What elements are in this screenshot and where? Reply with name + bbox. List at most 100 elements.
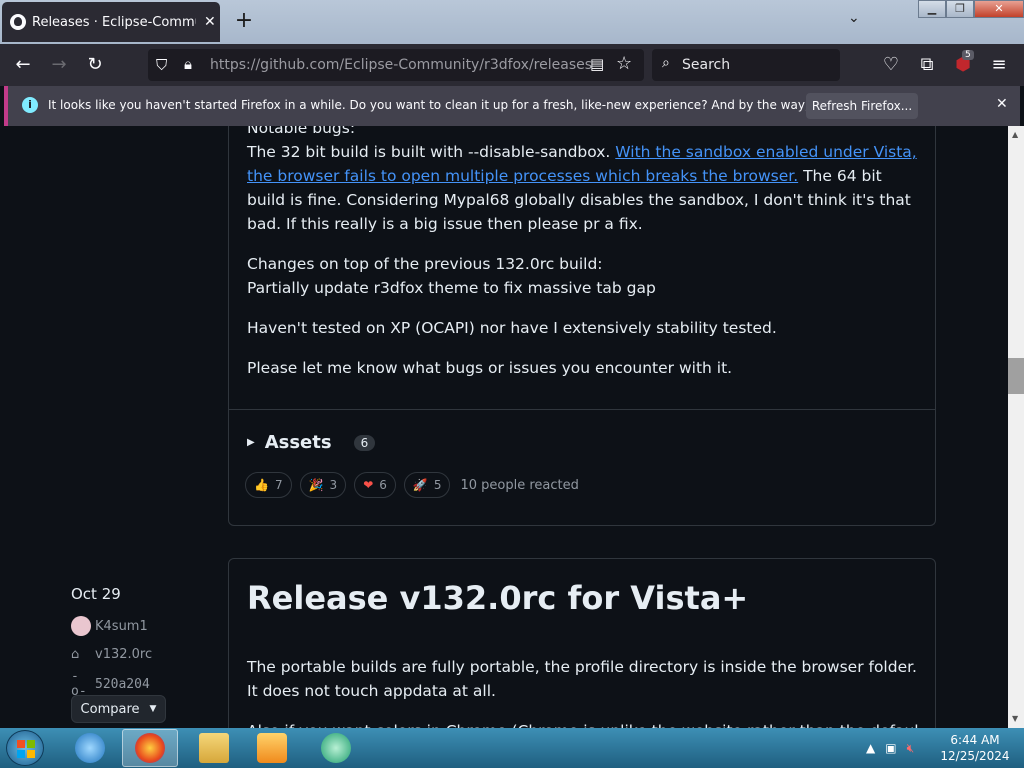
tab-strip: Releases · Eclipse-Community/r3dfox ✕ + … [0,0,1024,44]
caret-down-icon: ▼ [149,704,157,714]
clock[interactable]: 6:44 AM 12/25/2024 [940,732,1010,764]
reaction-count: 7 [274,478,283,492]
start-button[interactable] [6,730,44,766]
system-tray: ▲ ▣ 🔇︎ [866,728,924,768]
address-bar[interactable]: ⛉ 🔒︎ https://github.com/Eclipse-Communit… [148,49,644,81]
reader-view-icon[interactable]: ▤ [590,55,604,73]
internet-explorer-button[interactable] [62,729,118,767]
party-popper-icon: 🎉 [308,478,324,492]
author-name[interactable]: K4sum1 [95,619,148,634]
release-card: Release v132.0rc for Vista+ The portable… [228,558,936,728]
assets-toggle[interactable]: ▶ Assets 6 [247,432,376,453]
pocket-icon[interactable]: ♡ [880,54,902,76]
folder-icon [199,733,229,763]
release-tag[interactable]: ⌂ v132.0rc [71,647,152,662]
feedback-note: Please let me know what bugs or issues y… [247,359,733,377]
extensions-icon[interactable]: ⧉ [916,54,938,76]
release-card: Notable bugs: The 32 bit build is built … [228,126,936,526]
changes-item: Partially update r3dfox theme to fix mas… [247,279,656,297]
scroll-up-icon[interactable]: ▲ [1012,130,1018,139]
github-icon [10,14,26,30]
release-paragraph: Also if you want colors in Chrome (Chrom… [247,719,919,728]
page-content: Notable bugs: The 32 bit build is built … [0,126,1008,728]
notification-message: It looks like you haven't started Firefo… [48,98,904,112]
navigation-bar: ← → ↻ ⛉ 🔒︎ https://github.com/Eclipse-Co… [0,44,1024,86]
reaction-count: 6 [379,478,387,492]
maximize-button[interactable]: ❐ [946,0,974,18]
close-tab-icon[interactable]: ✕ [204,14,216,30]
window-controls: ▁ ❐ ✕ [918,0,1024,18]
close-window-button[interactable]: ✕ [974,0,1024,18]
release-paragraph: The portable builds are fully portable, … [247,658,917,700]
tag-name[interactable]: v132.0rc [95,647,152,662]
compare-button[interactable]: Compare ▼ [71,695,166,723]
shield-icon[interactable]: ⛉ [156,56,167,74]
reaction-rocket[interactable]: 🚀 5 [403,472,451,498]
explorer-button[interactable] [186,729,242,767]
taskbar: ▲ ▣ 🔇︎ 6:44 AM 12/25/2024 [0,728,1024,768]
reaction-thumbs-up[interactable]: 👍 7 [245,472,292,498]
release-date: Oct 29 [71,585,121,603]
lock-icon[interactable]: 🔒︎ [184,55,192,73]
info-icon: i [22,97,38,113]
assets-label: Assets [264,432,332,453]
app-button[interactable] [308,729,364,767]
extension-badge: 5 [962,50,974,60]
tag-icon: ⌂ [71,647,80,662]
avatar [71,616,91,636]
release-author[interactable]: K4sum1 [71,616,148,636]
commit-hash[interactable]: 520a204 [95,677,150,692]
reaction-count: 5 [433,478,442,492]
assets-count-badge: 6 [353,434,376,451]
clock-time: 6:44 AM [950,733,1000,747]
menu-icon[interactable]: ≡ [988,54,1010,76]
tab-title: Releases · Eclipse-Community/r3dfox [32,14,196,30]
changes-title: Changes on top of the previous 132.0rc b… [247,255,603,273]
volume-muted-icon[interactable]: 🔇︎ [907,741,915,756]
reactions: 👍 7 🎉 3 ❤ 6 🚀 5 10 people reacted [245,472,579,498]
untested-note: Haven't tested on XP (OCAPI) nor have I … [247,319,777,337]
search-input[interactable]: ⌕ Search [652,49,840,81]
refresh-firefox-button[interactable]: Refresh Firefox... [806,93,918,119]
bug-text-1: The 32 bit build is built with --disable… [247,143,616,161]
app-icon [321,733,351,763]
release-title[interactable]: Release v132.0rc for Vista+ [247,579,748,617]
minimize-button[interactable]: ▁ [918,0,946,18]
new-tab-button[interactable]: + [232,8,256,33]
reacted-summary[interactable]: 10 people reacted [460,478,578,493]
scrollbar[interactable]: ▲ ▼ [1008,126,1024,728]
triangle-right-icon: ▶ [247,437,255,448]
reaction-heart[interactable]: ❤ 6 [354,472,396,498]
release-body: Notable bugs: The 32 bit build is built … [247,126,919,396]
reaction-hooray[interactable]: 🎉 3 [299,472,347,498]
media-player-button[interactable] [244,729,300,767]
network-icon[interactable]: ▣ [885,741,896,755]
tab-releases[interactable]: Releases · Eclipse-Community/r3dfox ✕ [2,2,220,42]
scrollbar-thumb[interactable] [1008,358,1024,394]
notable-bugs-title: Notable bugs: [247,126,356,137]
media-player-icon [257,733,287,763]
close-notification-icon[interactable]: ✕ [996,96,1008,112]
search-icon: ⌕ [662,55,670,71]
windows-logo-icon [17,740,35,758]
heart-icon: ❤ [363,478,374,492]
notification-bar: i It looks like you haven't started Fire… [4,86,1020,126]
internet-explorer-icon [75,733,105,763]
search-placeholder: Search [682,57,731,73]
reload-button[interactable]: ↻ [84,54,106,76]
reaction-count: 3 [329,478,338,492]
chevron-down-icon[interactable]: ⌄ [848,10,860,26]
divider [229,409,935,410]
firefox-button[interactable] [122,729,178,767]
back-button[interactable]: ← [12,54,34,76]
firefox-icon [135,733,165,763]
scroll-down-icon[interactable]: ▼ [1012,714,1018,723]
compare-label: Compare [80,701,140,717]
bookmark-star-icon[interactable]: ☆ [616,53,632,74]
clock-date: 12/25/2024 [940,749,1010,763]
forward-button[interactable]: → [48,54,70,76]
rocket-icon: 🚀 [412,478,428,492]
show-hidden-icons-icon[interactable]: ▲ [866,741,875,755]
url-text[interactable]: https://github.com/Eclipse-Community/r3d… [210,57,592,73]
thumbs-up-icon: 👍 [254,478,269,492]
